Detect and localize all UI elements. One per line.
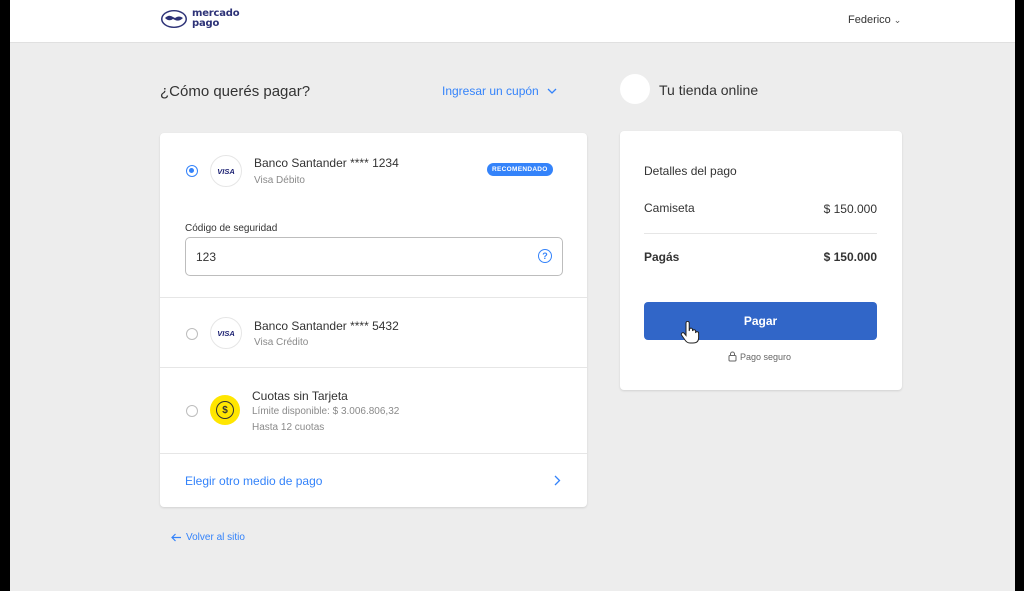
divider [160, 297, 587, 298]
store-avatar [620, 74, 650, 104]
chevron-right-icon[interactable] [554, 475, 561, 486]
total-label: Pagás [644, 250, 680, 264]
method-name: Banco Santander **** 5432 [254, 319, 399, 333]
available-limit: Límite disponible: $ 3.006.806,32 [252, 406, 400, 417]
summary-divider [644, 233, 877, 234]
user-menu[interactable]: Federico ⌄ [848, 14, 901, 26]
summary-title: Detalles del pago [644, 164, 737, 178]
secure-text: Pago seguro [740, 351, 792, 362]
user-name: Federico [848, 14, 891, 26]
coupon-toggle[interactable]: Ingresar un cupón [442, 84, 557, 98]
total-price: $ 150.000 [823, 250, 877, 264]
method-name: Cuotas sin Tarjeta [252, 389, 348, 403]
divider [160, 453, 587, 454]
logo-text: mercado pago [192, 8, 240, 29]
chevron-down-icon [547, 88, 557, 94]
arrow-left-icon [171, 533, 181, 542]
page-title: ¿Cómo querés pagar? [160, 83, 311, 100]
payment-summary: Detalles del pago Camiseta $ 150.000 Pag… [620, 131, 902, 390]
pay-button[interactable]: Pagar [644, 302, 877, 340]
mercadopago-logo-icon [161, 10, 187, 28]
top-bar: mercado pago Federico ⌄ [10, 0, 1015, 43]
divider [160, 367, 587, 368]
radio-debit[interactable] [186, 165, 198, 177]
installments-info: Hasta 12 cuotas [252, 422, 325, 433]
back-to-site-link[interactable]: Volver al sitio [171, 532, 245, 543]
recommended-badge: RECOMENDADO [487, 163, 553, 176]
dollar-coin-icon: $ [210, 395, 240, 425]
mercadopago-logo[interactable]: mercado pago [160, 8, 240, 29]
checkout-page: mercado pago Federico ⌄ ¿Cómo querés pag… [10, 0, 1015, 591]
security-code-input[interactable] [185, 237, 563, 276]
chevron-down-icon: ⌄ [893, 14, 902, 25]
item-price: $ 150.000 [823, 202, 877, 216]
back-link-label: Volver al sitio [186, 532, 245, 543]
coupon-link-label: Ingresar un cupón [442, 84, 539, 98]
method-type: Visa Débito [254, 175, 305, 186]
other-payment-method-link[interactable]: Elegir otro medio de pago [185, 474, 322, 488]
item-name: Camiseta [644, 201, 695, 215]
radio-installments[interactable] [186, 405, 198, 417]
security-code-label: Código de seguridad [185, 223, 278, 234]
payment-methods-panel: VISA Banco Santander **** 1234 Visa Débi… [160, 133, 587, 507]
secure-payment-note: Pago seguro [728, 351, 791, 362]
hand-cursor-icon [680, 321, 700, 344]
method-type: Visa Crédito [254, 337, 309, 348]
lock-icon [728, 351, 737, 362]
dollar-sign: $ [216, 401, 234, 419]
question-icon[interactable]: ? [538, 249, 552, 263]
store-name: Tu tienda online [659, 82, 759, 98]
visa-icon: VISA [210, 317, 242, 349]
method-name: Banco Santander **** 1234 [254, 156, 399, 170]
radio-credit[interactable] [186, 328, 198, 340]
visa-icon: VISA [210, 155, 242, 187]
